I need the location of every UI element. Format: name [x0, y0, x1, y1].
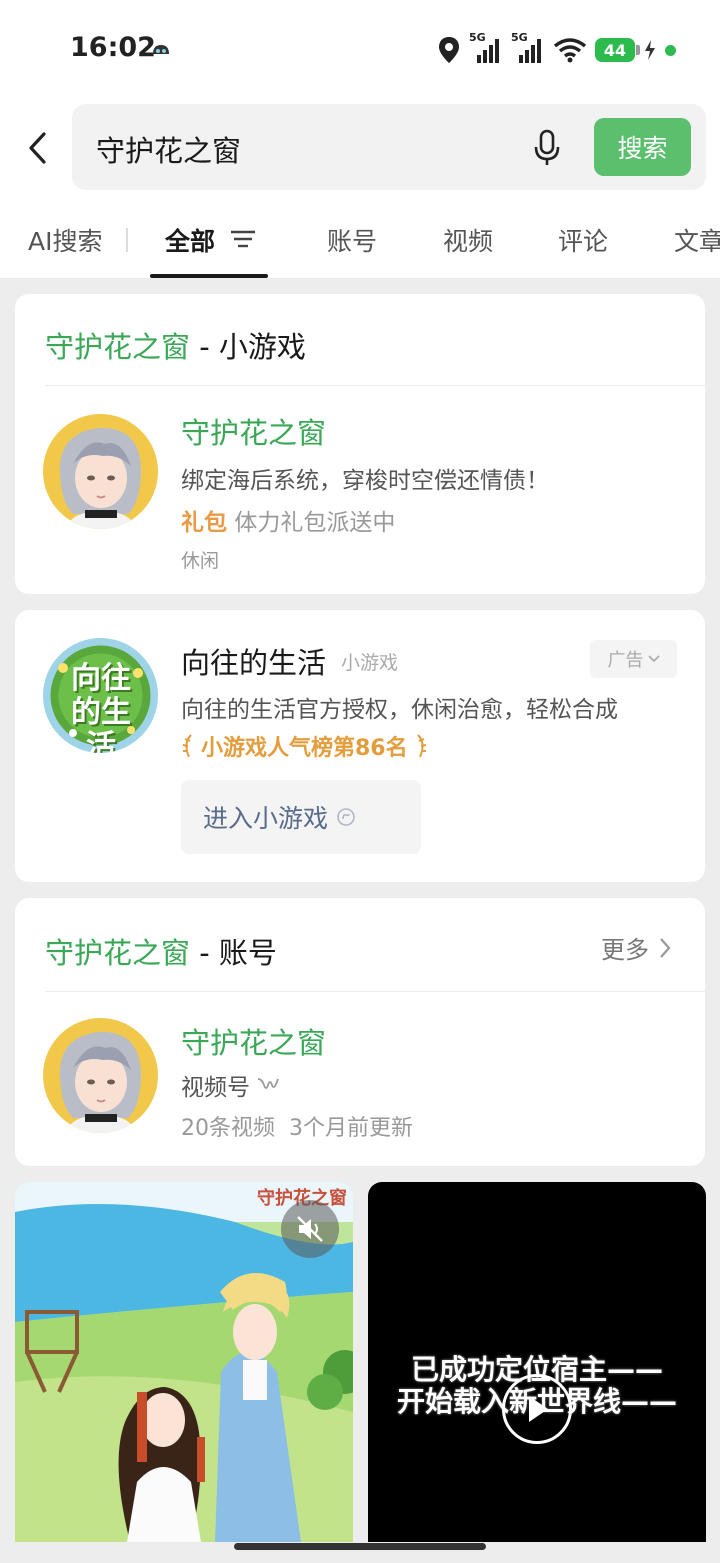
more-link[interactable]: 更多	[601, 930, 671, 965]
back-arrow-icon[interactable]	[22, 128, 54, 168]
game-category: 休闲	[181, 550, 220, 572]
tab-divider	[126, 228, 128, 252]
mute-icon	[297, 1216, 323, 1242]
account-avatar[interactable]	[43, 1018, 158, 1133]
active-tab-underline	[150, 274, 268, 278]
home-indicator[interactable]	[234, 1543, 486, 1550]
status-icons: 5G 5G 44	[437, 31, 676, 68]
filter-tabs: AI搜索 全部 账号 视频 评论 文章	[0, 200, 720, 278]
account-type: 视频号	[181, 1068, 280, 1102]
search-button[interactable]: 搜索	[594, 118, 691, 176]
search-input[interactable]: 守护花之窗 搜索	[72, 104, 706, 190]
ad-badge[interactable]: 广告	[590, 640, 677, 678]
ad-game-logo[interactable]: 向往的生活	[43, 638, 158, 753]
enter-mini-game-button[interactable]: 进入小游戏	[181, 780, 421, 854]
card-header: 守护花之窗 - 小游戏	[45, 330, 306, 364]
mini-game-card[interactable]: 守护花之窗 - 小游戏 守护花之窗 绑定海后系统，穿梭时空偿还情债！ 礼包 体力…	[15, 294, 705, 594]
card-divider	[45, 385, 705, 386]
mini-program-icon	[337, 808, 355, 826]
account-stats: 20条视频 3个月前更新	[181, 1116, 413, 1141]
charging-icon	[645, 40, 655, 60]
tab-all[interactable]: 全部	[165, 222, 215, 258]
filter-icon[interactable]	[230, 229, 256, 249]
signal-1-icon: 5G	[469, 31, 503, 65]
card-header: 守护花之窗 - 账号	[45, 936, 277, 970]
tab-videos[interactable]: 视频	[443, 222, 493, 258]
play-icon	[529, 1396, 548, 1422]
app-notification-icon	[153, 45, 169, 54]
tab-ai-search[interactable]: AI搜索	[28, 222, 102, 258]
tab-accounts[interactable]: 账号	[327, 222, 377, 258]
gift-row[interactable]: 礼包 体力礼包派送中	[181, 503, 395, 537]
play-button[interactable]	[502, 1374, 572, 1444]
ad-card[interactable]: 向往的生活 向往的生活 小游戏 广告 向往的生活官方授权，休闲治愈，轻松合成 小…	[15, 610, 705, 882]
laurel-left-icon	[182, 734, 192, 758]
status-time: 16:02	[70, 32, 156, 63]
chevron-right-icon	[660, 937, 671, 958]
location-icon	[439, 37, 459, 63]
ad-description: 向往的生活官方授权，休闲治愈，轻松合成	[181, 697, 618, 723]
search-header: 守护花之窗 搜索	[0, 100, 720, 200]
tab-comments[interactable]: 评论	[558, 222, 608, 258]
chevron-down-icon	[647, 655, 660, 663]
laurel-right-icon	[416, 734, 426, 758]
privacy-dot	[665, 44, 676, 56]
microphone-icon[interactable]	[532, 128, 562, 168]
search-query[interactable]: 守护花之窗	[96, 128, 241, 170]
account-card[interactable]: 守护花之窗 - 账号 更多 守护花之窗 视频号 20条视频 3个月前更新	[15, 898, 705, 1166]
account-name[interactable]: 守护花之窗	[181, 1020, 326, 1062]
video-thumbnail-1[interactable]: 守护花之窗	[15, 1182, 353, 1542]
ranking-badge: 小游戏人气榜第86名	[181, 730, 428, 762]
tab-articles[interactable]: 文章	[674, 222, 720, 258]
card-divider	[45, 991, 705, 992]
mute-button[interactable]	[281, 1200, 339, 1258]
ad-title[interactable]: 向往的生活	[181, 640, 326, 682]
game-avatar[interactable]	[43, 414, 158, 529]
battery-indicator: 44	[595, 38, 640, 62]
ad-subtitle: 小游戏	[341, 652, 399, 674]
status-bar: 16:02 5G 5G 44	[0, 0, 720, 100]
signal-2-icon: 5G	[511, 31, 545, 65]
wifi-icon	[553, 38, 587, 63]
channels-icon	[257, 1078, 279, 1089]
video-thumbnail-2[interactable]: 已成功定位宿主—— 开始载入新世界线——	[368, 1182, 706, 1542]
game-title[interactable]: 守护花之窗	[181, 410, 326, 452]
logo-text: 向往的生活	[71, 661, 131, 754]
game-description: 绑定海后系统，穿梭时空偿还情债！	[181, 468, 549, 494]
